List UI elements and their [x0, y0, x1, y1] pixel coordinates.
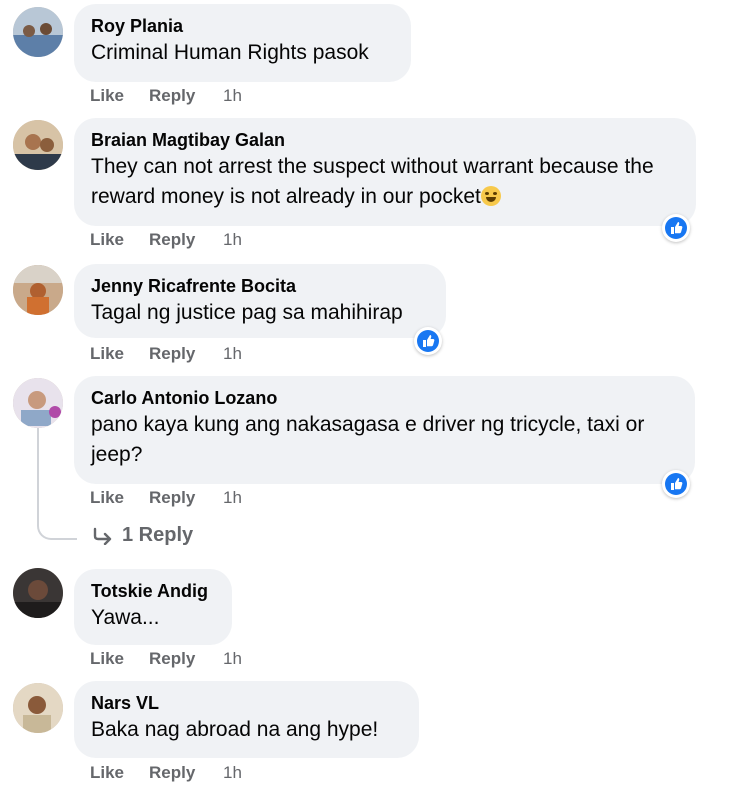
avatar-image [13, 265, 63, 315]
comment-actions: Like Reply 1h [90, 86, 242, 106]
comment-bubble: Jenny Ricafrente Bocita Tagal ng justice… [74, 264, 446, 338]
like-button[interactable]: Like [90, 344, 149, 364]
like-button[interactable]: Like [90, 763, 149, 783]
avatar-image [13, 7, 63, 57]
comment-actions: Like Reply 1h [90, 230, 242, 250]
avatar[interactable] [13, 120, 63, 170]
comment-author[interactable]: Roy Plania [91, 14, 393, 38]
comment-text: Criminal Human Rights pasok [91, 41, 369, 64]
comment-author[interactable]: Jenny Ricafrente Bocita [91, 274, 428, 298]
comment-text: Baka nag abroad na ang hype! [91, 718, 379, 741]
avatar-image [13, 568, 63, 618]
like-button[interactable]: Like [90, 86, 149, 106]
view-replies-label[interactable]: 1 Reply [122, 524, 193, 547]
avatar[interactable] [13, 378, 63, 428]
like-button[interactable]: Like [90, 230, 149, 250]
comment-text-content: They can not arrest the suspect without … [91, 155, 654, 208]
reply-button[interactable]: Reply [149, 86, 223, 106]
comment-author[interactable]: Totskie Andig [91, 579, 214, 603]
comment-timestamp[interactable]: 1h [223, 230, 242, 250]
comment-bubble: Nars VL Baka nag abroad na ang hype! [74, 681, 419, 758]
avatar[interactable] [13, 7, 63, 57]
like-button[interactable]: Like [90, 649, 149, 669]
comment-author[interactable]: Braian Magtibay Galan [91, 128, 678, 152]
comment-actions: Like Reply 1h [90, 344, 242, 364]
like-reaction-badge[interactable] [662, 470, 690, 498]
avatar-image [13, 683, 63, 733]
reply-arrow-icon [93, 527, 112, 545]
like-reaction-icon [665, 473, 687, 495]
reply-thread-line [37, 428, 77, 540]
reply-button[interactable]: Reply [149, 230, 223, 250]
comment-text: Yawa... [91, 606, 160, 629]
avatar-image [13, 120, 63, 170]
comment-timestamp[interactable]: 1h [223, 344, 242, 364]
reply-button[interactable]: Reply [149, 488, 223, 508]
reply-button[interactable]: Reply [149, 649, 223, 669]
like-reaction-badge[interactable] [414, 327, 442, 355]
like-reaction-icon [665, 217, 687, 239]
comment-text: pano kaya kung ang nakasagasa e driver n… [91, 413, 645, 466]
comment-text: Tagal ng justice pag sa mahihirap [91, 301, 403, 324]
like-reaction-badge[interactable] [662, 214, 690, 242]
face-with-tears-of-joy-icon [480, 186, 501, 206]
avatar[interactable] [13, 568, 63, 618]
comment-actions: Like Reply 1h [90, 649, 242, 669]
comment-author[interactable]: Carlo Antonio Lozano [91, 386, 677, 410]
comment-bubble: Roy Plania Criminal Human Rights pasok [74, 4, 411, 82]
view-replies-link[interactable]: 1 Reply [92, 524, 193, 547]
comment-bubble: Carlo Antonio Lozano pano kaya kung ang … [74, 376, 695, 484]
avatar[interactable] [13, 265, 63, 315]
comment-text: They can not arrest the suspect without … [91, 152, 678, 212]
comment-timestamp[interactable]: 1h [223, 763, 242, 783]
like-reaction-icon [417, 330, 439, 352]
avatar[interactable] [13, 683, 63, 733]
comment-actions: Like Reply 1h [90, 488, 242, 508]
avatar-image [13, 378, 63, 428]
reply-button[interactable]: Reply [149, 344, 223, 364]
comment-author[interactable]: Nars VL [91, 691, 401, 715]
comment-timestamp[interactable]: 1h [223, 86, 242, 106]
comment-actions: Like Reply 1h [90, 763, 242, 783]
comment-timestamp[interactable]: 1h [223, 488, 242, 508]
comment-timestamp[interactable]: 1h [223, 649, 242, 669]
comment-bubble: Braian Magtibay Galan They can not arres… [74, 118, 696, 226]
like-button[interactable]: Like [90, 488, 149, 508]
reply-button[interactable]: Reply [149, 763, 223, 783]
comment-bubble: Totskie Andig Yawa... [74, 569, 232, 645]
